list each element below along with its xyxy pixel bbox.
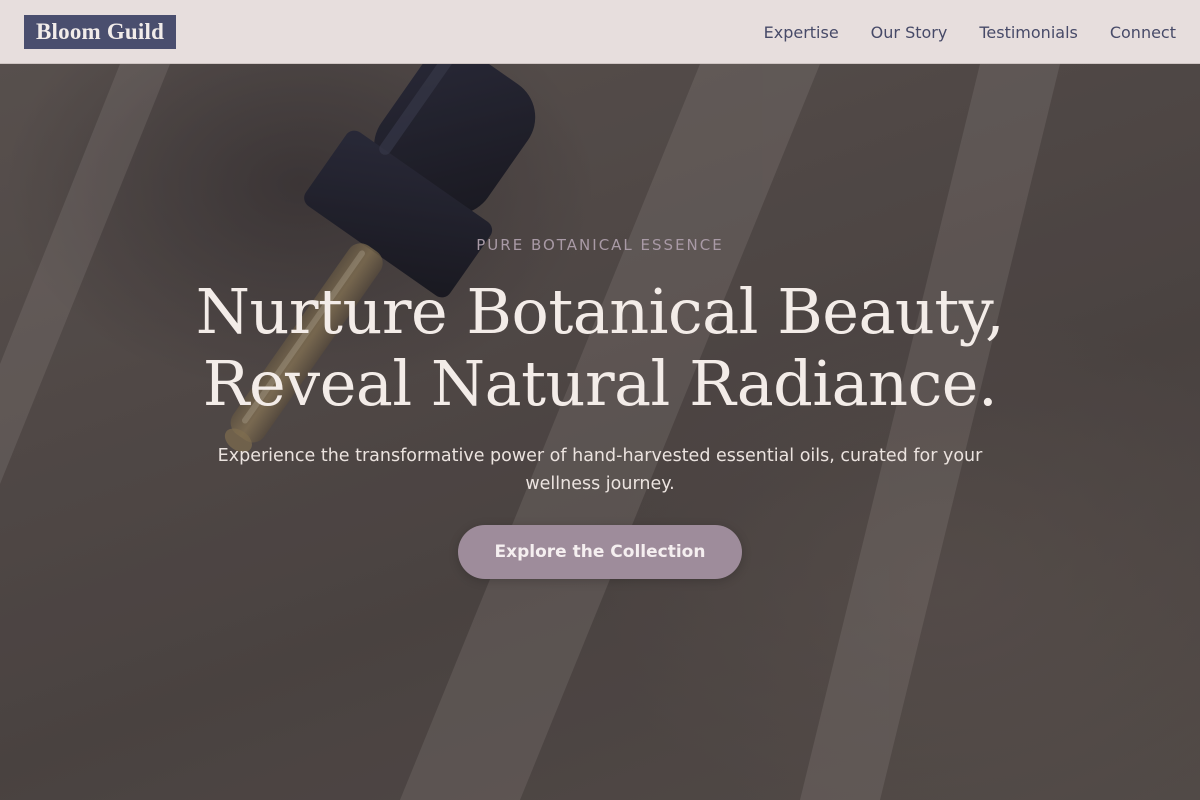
nav-link-expertise[interactable]: Expertise xyxy=(764,23,839,42)
hero-subtext: Experience the transformative power of h… xyxy=(217,446,983,494)
hero-section: PURE BOTANICAL ESSENCE Nurture Botanical… xyxy=(0,64,1200,800)
hero-headline-line-2: Reveal Natural Radiance. xyxy=(202,347,998,420)
landing-page: Bloom Guild Expertise Our Story Testimon… xyxy=(0,0,1200,800)
nav-link-our-story[interactable]: Our Story xyxy=(871,23,948,42)
explore-collection-button[interactable]: Explore the Collection xyxy=(458,525,742,579)
hero-content: PURE BOTANICAL ESSENCE Nurture Botanical… xyxy=(0,64,1200,800)
brand-logo[interactable]: Bloom Guild xyxy=(24,15,177,49)
hero-headline: Nurture Botanical Beauty, Reveal Natural… xyxy=(100,276,1100,420)
site-header: Bloom Guild Expertise Our Story Testimon… xyxy=(0,0,1200,64)
hero-eyebrow: PURE BOTANICAL ESSENCE xyxy=(476,236,724,254)
nav-link-testimonials[interactable]: Testimonials xyxy=(979,23,1078,42)
main-nav: Expertise Our Story Testimonials Connect xyxy=(764,0,1176,64)
hero-headline-line-1: Nurture Botanical Beauty, xyxy=(195,275,1005,348)
nav-link-connect[interactable]: Connect xyxy=(1110,23,1176,42)
